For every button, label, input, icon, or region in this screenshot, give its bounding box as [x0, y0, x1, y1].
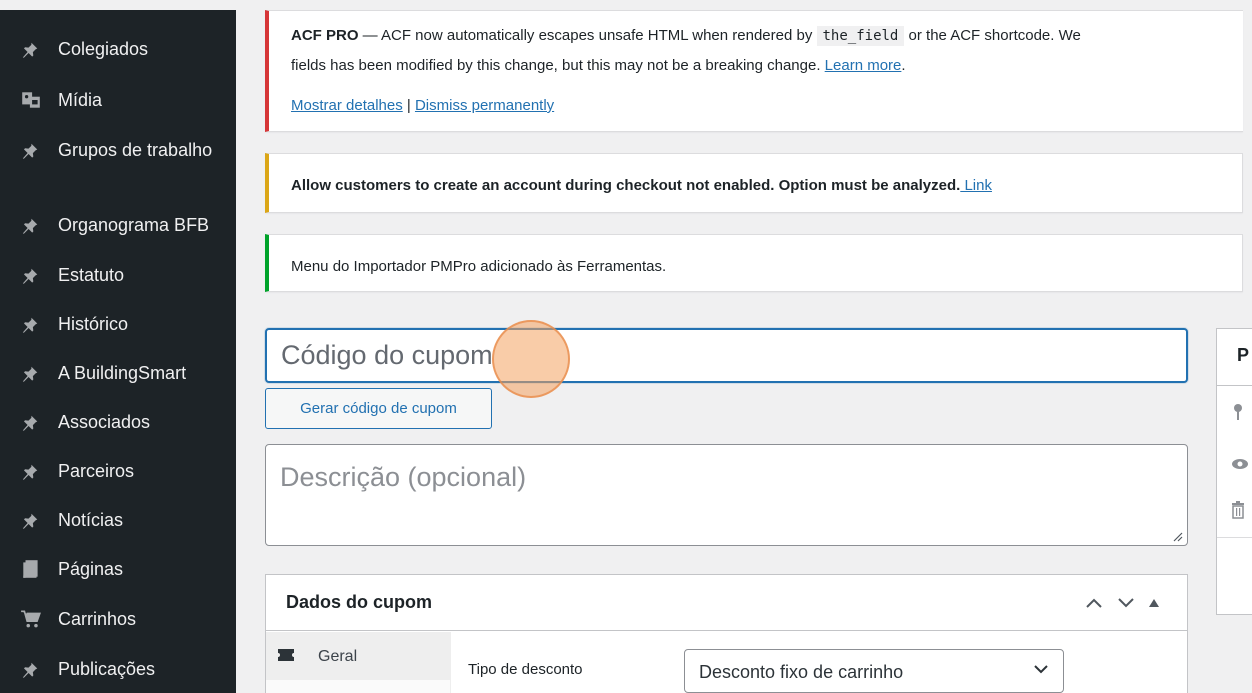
pin-icon — [18, 460, 44, 482]
pin-icon — [18, 264, 44, 286]
divider — [1217, 385, 1252, 386]
ticket-icon — [278, 649, 294, 661]
coupon-data-title: Dados do cupom — [286, 592, 433, 612]
actions-separator: | — [402, 97, 415, 114]
pages-icon — [18, 558, 44, 580]
sidebar-item-label: Parceiros — [58, 461, 135, 481]
publish-box: P — [1216, 328, 1252, 615]
warning-notice-text: Allow customers to create an account dur… — [291, 177, 961, 194]
divider — [1217, 537, 1252, 538]
pin-icon — [18, 362, 44, 384]
sidebar-item-label: Mídia — [58, 90, 103, 110]
admin-sidebar: Colegiados Mídia Grupos de trabalho Orga… — [0, 10, 236, 693]
move-up-button[interactable] — [1082, 591, 1106, 615]
sidebar-item-label: Publicações — [58, 659, 156, 679]
checkout-warning-notice: Allow customers to create an account dur… — [265, 153, 1243, 213]
chevron-down-icon — [1118, 598, 1134, 608]
visibility-icon — [1232, 459, 1248, 469]
sidebar-item-label: Grupos de trabalho — [58, 140, 213, 160]
coupon-data-box: Dados do cupom Geral Tipo de desconto De… — [265, 574, 1188, 693]
publish-box-title: P — [1237, 345, 1250, 365]
chevron-up-icon — [1086, 598, 1102, 608]
wp-admin-screen: Colegiados Mídia Grupos de trabalho Orga… — [0, 0, 1252, 693]
generate-coupon-code-button[interactable]: Gerar código de cupom — [265, 388, 492, 429]
learn-more-link[interactable]: Learn more — [825, 57, 902, 74]
sidebar-item-label: Organograma BFB — [58, 215, 210, 235]
sidebar-item-label: A BuildingSmart — [58, 363, 187, 383]
media-icon — [18, 89, 44, 111]
coupon-description-textarea[interactable] — [265, 444, 1188, 546]
pin-icon — [18, 313, 44, 335]
pin-icon — [18, 214, 44, 236]
coupon-data-tabs: Geral — [266, 632, 451, 693]
tab-general-label: Geral — [318, 648, 358, 665]
show-details-link[interactable]: Mostrar detalhes — [291, 97, 403, 114]
dismiss-permanently-link[interactable]: Dismiss permanently — [415, 97, 554, 114]
tab-general[interactable]: Geral — [266, 632, 451, 680]
pin-icon — [18, 658, 44, 680]
toggle-panel-button[interactable] — [1142, 591, 1166, 615]
resize-handle-icon[interactable] — [1171, 530, 1183, 542]
key-icon — [1234, 404, 1242, 420]
acf-notice-line-1: ACF PRO — ACF now automatically escapes … — [291, 23, 1243, 49]
coupon-data-header: Dados do cupom — [266, 575, 1187, 631]
top-strip — [0, 0, 1252, 10]
success-notice-text: Menu do Importador PMPro adicionado às F… — [291, 258, 667, 275]
acf-notice-actions: Mostrar detalhes | Dismiss permanently — [291, 93, 1243, 118]
sidebar-item-label: Páginas — [58, 559, 124, 579]
chevron-down-icon — [1034, 665, 1048, 674]
sidebar-item-label: Colegiados — [58, 39, 149, 59]
acf-notice-prefix: ACF PRO — [291, 27, 359, 44]
sidebar-item-label: Histórico — [58, 314, 129, 334]
acf-notice-text-3: fields has been modified by this change,… — [291, 57, 825, 74]
discount-type-select[interactable]: Desconto fixo de carrinho — [684, 649, 1064, 693]
acf-notice-code: the_field — [816, 26, 905, 46]
sidebar-item-label: Associados — [58, 412, 151, 432]
pin-icon — [18, 38, 44, 60]
trash-icon[interactable] — [1231, 501, 1245, 519]
discount-type-label: Tipo de desconto — [468, 661, 583, 678]
discount-type-value: Desconto fixo de carrinho — [699, 662, 904, 682]
pin-icon — [18, 411, 44, 433]
importer-success-notice: Menu do Importador PMPro adicionado às F… — [265, 234, 1243, 292]
sidebar-item-label: Carrinhos — [58, 609, 137, 629]
triangle-up-icon — [1149, 599, 1159, 607]
cart-icon — [18, 608, 44, 630]
sidebar-item-label: Estatuto — [58, 265, 125, 285]
pin-icon — [18, 509, 44, 531]
pin-icon — [18, 139, 44, 161]
coupon-code-input[interactable] — [265, 328, 1188, 383]
acf-notice-text-2: or the ACF shortcode. We — [904, 27, 1081, 44]
warning-notice-link[interactable]: Link — [960, 177, 992, 194]
acf-notice: ACF PRO — ACF now automatically escapes … — [265, 10, 1243, 132]
warning-notice-line: Allow customers to create an account dur… — [291, 173, 1242, 198]
acf-notice-text: — ACF now automatically escapes unsafe H… — [358, 27, 817, 44]
move-down-button[interactable] — [1114, 591, 1138, 615]
sidebar-item-label: Notícias — [58, 510, 124, 530]
acf-notice-line-2: fields has been modified by this change,… — [291, 57, 906, 74]
